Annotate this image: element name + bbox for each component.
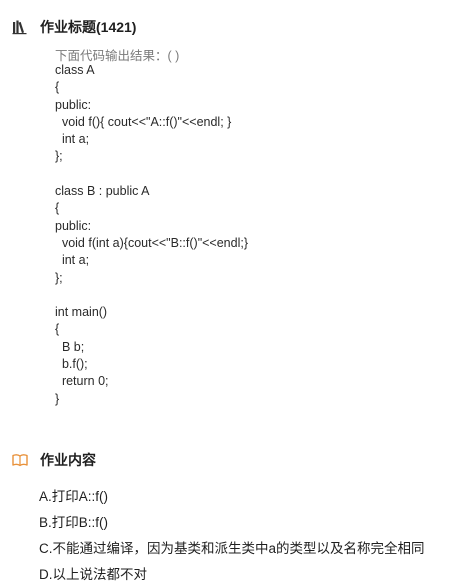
answer-options: A.打印A::f() B.打印B::f() C.不能通过编译，因为基类和派生类中a的… (39, 484, 471, 588)
code-line: int main() (55, 305, 108, 320)
code-line: } (55, 391, 60, 406)
code-line: return 0; (55, 374, 109, 389)
code-line: void f(){ cout<<"A::f()"<<endl; } (55, 114, 232, 129)
code-line: class A (55, 63, 95, 77)
code-line: int a; (55, 253, 90, 268)
question-code-block: class A{public: void f(){ cout<<"A::f()"… (55, 62, 248, 408)
code-line: public: (55, 97, 92, 112)
code-line: class B : public A (55, 184, 150, 199)
assignment-content-title: 作业内容 (40, 452, 96, 468)
option-d[interactable]: D.以上说法都不对 (39, 562, 471, 588)
option-a[interactable]: A.打印A::f() (39, 484, 471, 510)
code-line: public: (55, 218, 92, 233)
code-line: int a; (55, 132, 90, 147)
code-line: { (55, 80, 60, 95)
assignment-content-header: 作业内容 (12, 450, 96, 470)
code-line: void f(int a){cout<<"B::f()"<<endl;} (55, 235, 249, 250)
books-icon (12, 19, 28, 35)
code-line: B b; (55, 339, 85, 354)
code-line: }; (55, 149, 63, 164)
option-b[interactable]: B.打印B::f() (39, 510, 471, 536)
code-line: b.f(); (55, 357, 88, 372)
open-book-icon (12, 452, 28, 468)
code-line: { (55, 322, 60, 337)
code-line: }; (55, 270, 63, 285)
option-c[interactable]: C.不能通过编译，因为基类和派生类中a的类型以及名称完全相同 (39, 536, 471, 562)
code-line: { (55, 201, 60, 216)
assignment-title: 作业标题(1421) (40, 19, 137, 35)
assignment-title-header: 作业标题(1421) (12, 17, 136, 37)
